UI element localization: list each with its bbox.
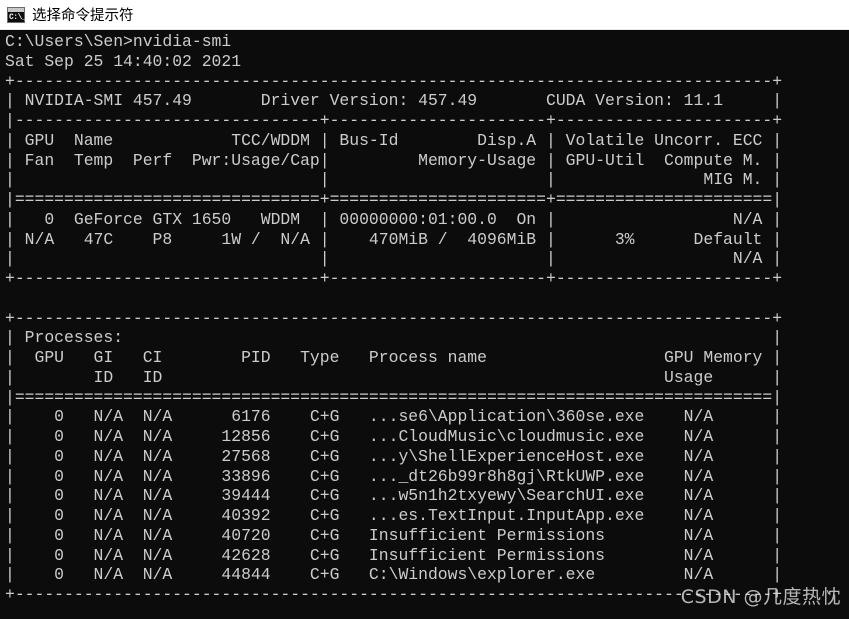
cmd-icon-prompt-glyph: C:\_ xyxy=(9,12,27,22)
window-titlebar[interactable]: C:\_ 选择命令提示符 xyxy=(0,0,849,30)
terminal-output: C:\Users\Sen>nvidia-smi Sat Sep 25 14:40… xyxy=(5,32,783,604)
cmd-icon-titlebar-stripe xyxy=(8,7,24,12)
window-title: 选择命令提示符 xyxy=(32,8,134,24)
cmd-prompt-icon[interactable]: C:\_ xyxy=(7,6,27,23)
console-surface[interactable]: C:\Users\Sen>nvidia-smi Sat Sep 25 14:40… xyxy=(0,30,849,619)
